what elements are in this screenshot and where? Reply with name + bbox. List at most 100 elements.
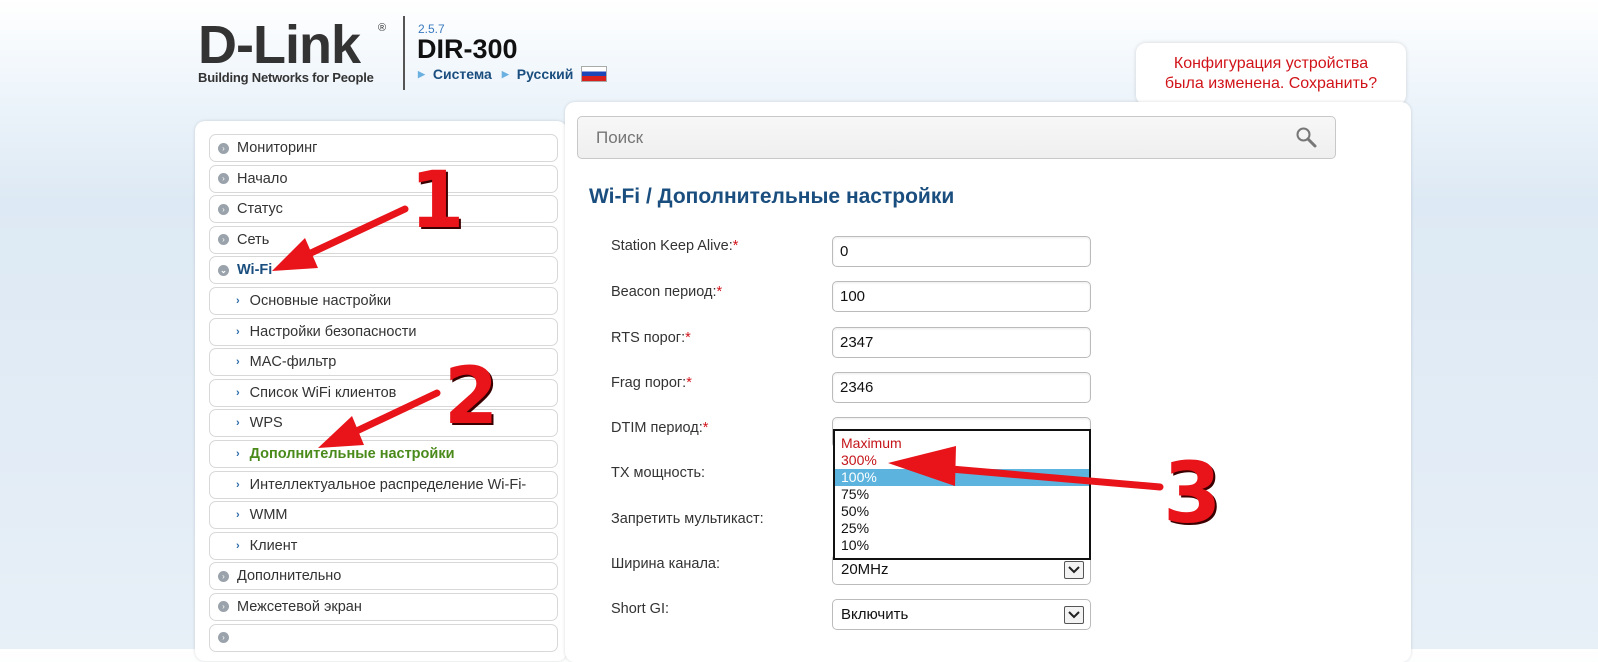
system-menu-link[interactable]: Система [433,66,492,82]
expand-icon: › [218,632,229,643]
header-links: ▶ Система ▶ Русский [418,66,608,82]
tx-option-25[interactable]: 25% [835,520,1089,537]
sidebar-item-security-settings[interactable]: › Настройки безопасности [209,317,558,346]
sidebar-item-label: Начало [237,170,288,187]
sidebar-item-wifi-clients[interactable]: › Список WiFi клиентов [209,378,558,407]
sidebar-item-label: Интеллектуальное распределение Wi-Fi- [249,476,527,493]
collapse-icon: ⌄ [218,264,229,276]
chevron-right-icon: › [236,478,240,491]
language-menu-link[interactable]: Русский [517,66,574,82]
tx-power-label: TX мощность: [611,465,706,481]
sidebar-item-label: Список WiFi клиентов [249,384,397,401]
short-gi-value: Включить [841,606,909,623]
page-title: Wi-Fi / Дополнительные настройки [589,185,955,208]
short-gi-select[interactable]: Включить [832,599,1091,630]
sidebar-item-label: Мониторинг [237,140,318,156]
field-label-text: RTS порог: [611,330,686,346]
field-label-text: Station Keep Alive: [611,238,733,254]
required-mark: * [702,420,709,436]
dtim-label: DTIM период:* [611,420,708,436]
expand-icon: › [218,570,229,582]
channel-width-value: 20MHz [841,561,889,578]
tx-option-maximum[interactable]: Maximum [835,435,1089,452]
tx-option-75[interactable]: 75% [835,486,1089,503]
logo-brand: D-Link [198,15,361,75]
sidebar-item-advanced[interactable]: › Дополнительно [209,562,558,591]
channel-width-label: Ширина канала: [611,556,721,572]
chevron-right-icon: › [236,539,240,552]
sidebar-item-label: Дополнительные настройки [249,445,455,462]
sidebar-item-label: Дополнительно [237,568,342,585]
field-label-text: Beacon период: [611,284,717,300]
tx-option-10[interactable]: 10% [835,537,1089,554]
sidebar-item-label: Настройки безопасности [249,323,417,340]
tx-option-300[interactable]: 300% [835,452,1089,469]
arrow-right-icon: ▶ [418,68,425,79]
field-label-text: DTIM период: [611,420,703,436]
sidebar-item-start[interactable]: › Начало [209,164,558,193]
sidebar-item-client[interactable]: › Клиент [209,531,558,560]
frag-label: Frag порог:* [611,375,692,391]
field-label-text: Frag порог: [611,375,687,391]
notification-line-1: Конфигурация устройства [1173,55,1369,72]
arrow-right-icon: ▶ [501,68,509,79]
chevron-right-icon: › [236,447,240,460]
required-mark: * [685,330,691,346]
sidebar-item-label: WPS [249,415,283,432]
sidebar-item-label: WMM [249,507,288,524]
search-bar[interactable] [577,116,1336,159]
chevron-right-icon: › [236,294,240,307]
chevron-down-icon[interactable] [1064,561,1084,579]
notification-line-2: была изменена. Сохранить? [1164,75,1378,92]
sidebar-item-label: Сеть [237,231,270,248]
sidebar-item-wmm[interactable]: › WMM [209,501,558,530]
sidebar-item-label: Статус [237,201,283,218]
sidebar-item-network[interactable]: › Сеть [209,225,558,254]
header-divider [403,16,405,90]
expand-icon: › [218,173,229,185]
expand-icon: › [218,234,229,246]
sidebar-item-smart-distribution[interactable]: › Интеллектуальное распределение Wi-Fi- [209,470,558,499]
chevron-right-icon: › [236,417,240,430]
dlink-logo: D-Link ® Building Networks for People [198,15,386,85]
sidebar-item-partial[interactable]: › [209,623,558,652]
sidebar-item-status[interactable]: › Статус [209,195,558,224]
sidebar-item-label: MAC-фильтр [249,354,337,371]
rts-input[interactable] [832,327,1091,358]
sidebar-menu: › Мониторинг › Начало › Статус › Сеть ⌄ Wi-Fi… [209,134,558,654]
search-icon[interactable] [1295,126,1317,148]
expand-icon: › [218,601,229,613]
required-mark: * [686,375,692,391]
sidebar-item-label: Межсетевой экран [237,598,362,615]
rts-label: RTS порог:* [611,330,691,346]
sidebar-item-mac-filter[interactable]: › MAC-фильтр [209,348,558,377]
device-model: DIR-300 [417,34,518,64]
russian-flag-icon[interactable] [581,66,608,82]
keepalive-input[interactable] [832,236,1091,267]
sidebar-item-advanced-settings[interactable]: › Дополнительные настройки [209,439,558,468]
sidebar-item-label: Wi-Fi [237,262,273,279]
registered-mark: ® [378,22,387,34]
required-mark: * [732,238,739,254]
chevron-right-icon: › [236,386,240,399]
tx-option-100[interactable]: 100% [835,469,1089,486]
save-config-notification[interactable]: Конфигурация устройства была изменена. С… [1136,43,1406,105]
sidebar-item-label: Основные настройки [249,292,392,309]
multicast-label: Запретить мультикаст: [611,511,764,527]
tx-power-dropdown[interactable]: Maximum 300% 100% 75% 50% 25% 10% [833,429,1091,560]
expand-icon: › [218,203,229,215]
sidebar-item-firewall[interactable]: › Межсетевой экран [209,592,558,621]
annotation-number-1: 1 [410,156,465,246]
beacon-label: Beacon период:* [611,284,722,300]
sidebar-item-wifi[interactable]: ⌄ Wi-Fi [209,256,558,285]
search-input[interactable] [594,126,1278,149]
frag-input[interactable] [832,372,1091,403]
chevron-right-icon: › [236,325,240,338]
sidebar-item-basic-settings[interactable]: › Основные настройки [209,286,558,315]
chevron-down-icon[interactable] [1064,606,1084,624]
tx-option-50[interactable]: 50% [835,503,1089,520]
expand-icon: › [218,142,229,154]
sidebar-item-monitoring[interactable]: › Мониторинг [209,134,558,162]
sidebar-item-wps[interactable]: › WPS [209,409,558,438]
beacon-input[interactable] [832,281,1091,312]
